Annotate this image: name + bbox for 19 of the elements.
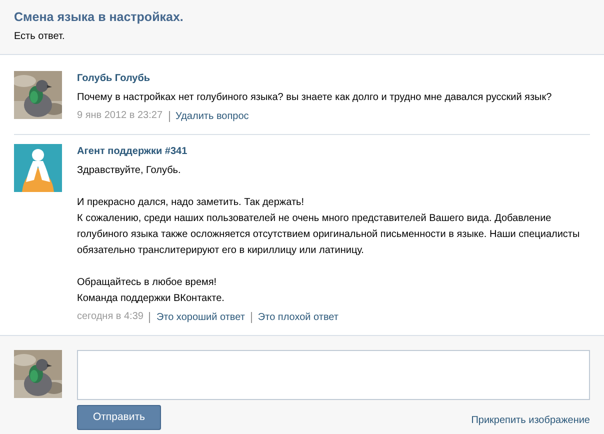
action-link[interactable]: Это хороший ответ — [149, 312, 245, 322]
status-text: Есть ответ. — [14, 30, 66, 44]
author-name[interactable]: Агент поддержки #341 — [77, 144, 590, 160]
avatar-drawing — [14, 144, 62, 192]
message-text: Здравствуйте, Голубь. — [77, 164, 182, 178]
message-text: Обращайтесь в любое время! — [77, 276, 218, 290]
send-button[interactable]: Отправить — [77, 405, 161, 430]
message-text: К сожалению, среди наших пользователей не очень много представителей Вашего вида. Добавление голубиного языка также осложняется отсутствием оригинальной письменности в языке. Наши специалисты обязательно транслитерируют его в кириллицу или латиницу. — [77, 212, 581, 258]
action-link[interactable]: Удалить вопрос — [168, 110, 249, 122]
timestamp: 9 янв 2012 в 23:27 — [77, 109, 163, 123]
timestamp: сегодня в 4:39 — [77, 310, 144, 324]
message-text: Почему в настройках нет голубиного языка? вы знаете как долго и трудно мне давался русский язык? — [77, 91, 553, 105]
action-link[interactable]: Это плохой ответ — [250, 312, 338, 322]
reply-field[interactable] — [77, 350, 590, 400]
author-name[interactable]: Голубь Голубь — [77, 71, 590, 87]
attach-image-link[interactable]: Прикрепить изображение — [471, 413, 590, 428]
message-text: И прекрасно дался, надо заметить. Так держать! — [77, 196, 306, 210]
message-text: Команда поддержки ВКонтакте. — [77, 292, 226, 306]
question-title: Смена языка в настройках. — [14, 9, 184, 26]
